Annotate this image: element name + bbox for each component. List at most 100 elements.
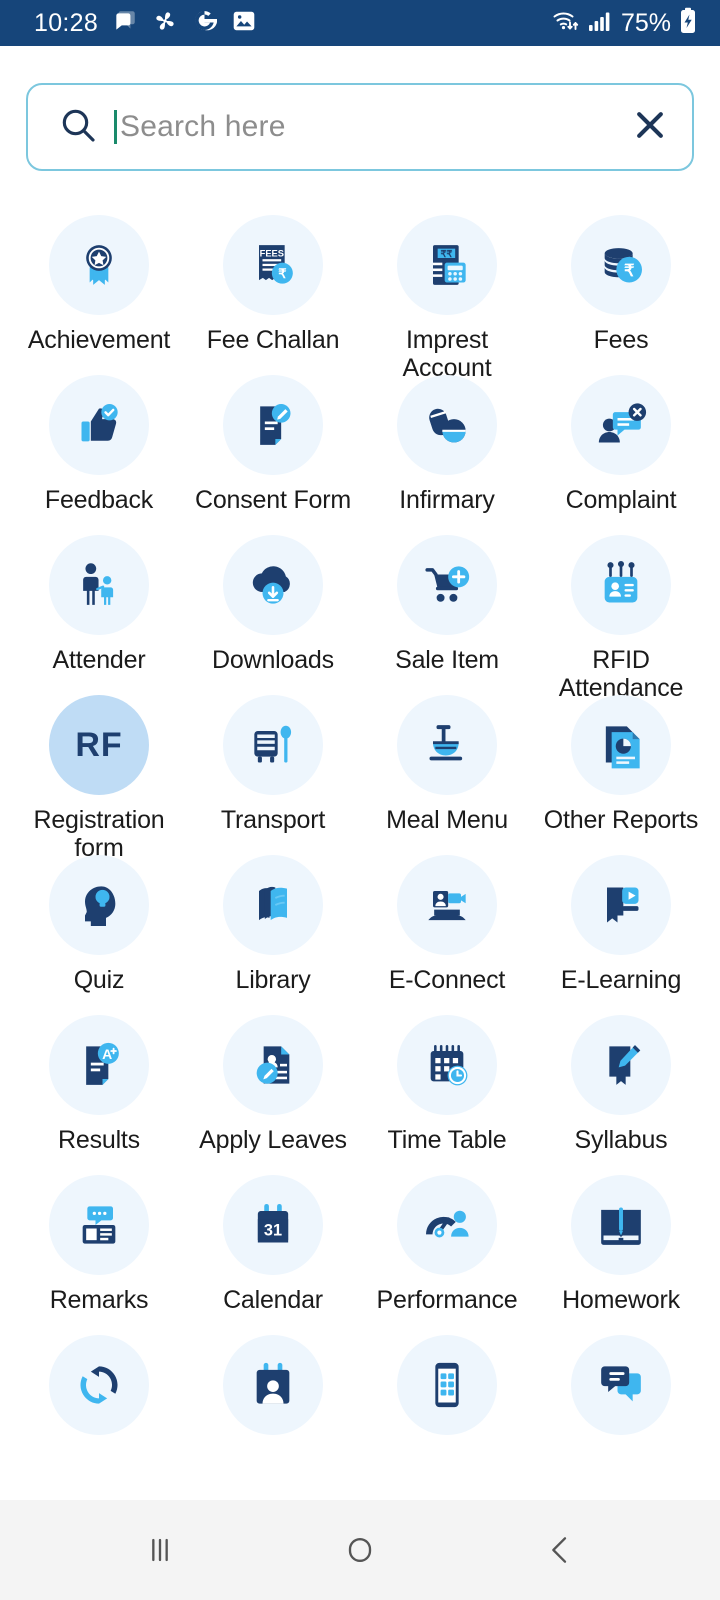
grid-item-e-learning[interactable]: E-Learning bbox=[534, 841, 708, 1001]
meal-menu-icon bbox=[397, 695, 497, 795]
grid-item-label: Achievement bbox=[27, 326, 171, 354]
grid-item-sale-item[interactable]: Sale Item bbox=[360, 521, 534, 681]
messages-chat-icon bbox=[571, 1335, 671, 1435]
svg-text:FEES: FEES bbox=[260, 248, 284, 258]
grid-item-rfid-attendance[interactable]: RFID Attendance bbox=[534, 521, 708, 702]
apply-leaves-icon bbox=[223, 1015, 323, 1115]
grid-item-mobile-app[interactable] bbox=[360, 1321, 534, 1481]
grid-item-apply-leaves[interactable]: Apply Leaves bbox=[186, 1001, 360, 1161]
e-connect-video-icon bbox=[397, 855, 497, 955]
grid-item-label: Other Reports bbox=[543, 806, 699, 834]
grid-item-feedback[interactable]: Feedback bbox=[12, 361, 186, 521]
grid-item-other-reports[interactable]: Other Reports bbox=[534, 681, 708, 841]
grid-item-label: Fee Challan bbox=[206, 326, 340, 354]
text-cursor bbox=[114, 110, 117, 144]
grid-item-messages[interactable] bbox=[534, 1321, 708, 1481]
performance-gauge-icon bbox=[397, 1175, 497, 1275]
fee-challan-receipt-icon: FEES ₹ bbox=[223, 215, 323, 315]
grid-item-meal-menu[interactable]: Meal Menu bbox=[360, 681, 534, 841]
grid-item-quiz[interactable]: Quiz bbox=[12, 841, 186, 1001]
grid-item-label: Results bbox=[58, 1126, 140, 1154]
search-input[interactable]: Search here bbox=[120, 110, 620, 144]
grid-item-sync[interactable] bbox=[12, 1321, 186, 1481]
grid-item-complaint[interactable]: Complaint bbox=[534, 361, 708, 521]
transport-bus-icon bbox=[223, 695, 323, 795]
grid-item-imprest-account[interactable]: ₹₹ Imprest Account bbox=[360, 201, 534, 382]
homework-book-pencil-icon bbox=[571, 1175, 671, 1275]
cloud-download-icon bbox=[223, 535, 323, 635]
time-table-calendar-icon bbox=[397, 1015, 497, 1115]
grid-item-label: Time Table bbox=[387, 1126, 507, 1154]
svg-text:₹: ₹ bbox=[278, 266, 287, 281]
recents-icon[interactable] bbox=[100, 1500, 220, 1600]
grid-item-label: Meal Menu bbox=[386, 806, 508, 834]
wifi-icon bbox=[551, 8, 581, 39]
quiz-head-bulb-icon bbox=[49, 855, 149, 955]
grid-item-achievement[interactable]: Achievement bbox=[12, 201, 186, 361]
grid-item-e-connect[interactable]: E-Connect bbox=[360, 841, 534, 1001]
back-icon[interactable] bbox=[500, 1500, 620, 1600]
results-grade-icon: A bbox=[49, 1015, 149, 1115]
attender-parent-child-icon bbox=[49, 535, 149, 635]
search-section: Search here bbox=[0, 46, 720, 171]
grid-item-homework[interactable]: Homework bbox=[534, 1161, 708, 1321]
achievement-medal-icon bbox=[49, 215, 149, 315]
remarks-comment-icon bbox=[49, 1175, 149, 1275]
grid-item-label: Calendar bbox=[223, 1286, 323, 1314]
svg-text:31: 31 bbox=[264, 1222, 282, 1240]
grid-item-label: Consent Form bbox=[195, 486, 351, 514]
battery-percent-label: 75% bbox=[620, 8, 671, 37]
grid-item-attendance[interactable] bbox=[186, 1321, 360, 1481]
app-icon-grid: Achievement FEES ₹ Fee Challan ₹ ₹ Impres… bbox=[0, 171, 720, 1481]
grid-item-fee-challan[interactable]: FEES ₹ Fee Challan bbox=[186, 201, 360, 361]
grid-item-attender[interactable]: Attender bbox=[12, 521, 186, 681]
grid-item-calendar[interactable]: 31 Calendar bbox=[186, 1161, 360, 1321]
grid-item-library[interactable]: Library bbox=[186, 841, 360, 1001]
grid-item-label: Infirmary bbox=[399, 486, 495, 514]
grid-item-consent-form[interactable]: Consent Form bbox=[186, 361, 360, 521]
infirmary-pills-icon bbox=[397, 375, 497, 475]
grid-item-time-table[interactable]: Time Table bbox=[360, 1001, 534, 1161]
rfid-card-icon bbox=[571, 535, 671, 635]
grid-item-label: Transport bbox=[220, 806, 326, 834]
photo-icon bbox=[231, 8, 257, 39]
fees-coins-icon: ₹ bbox=[571, 215, 671, 315]
search-icon bbox=[58, 105, 98, 150]
grid-item-syllabus[interactable]: Syllabus bbox=[534, 1001, 708, 1161]
grid-item-infirmary[interactable]: Infirmary bbox=[360, 361, 534, 521]
grid-item-transport[interactable]: Transport bbox=[186, 681, 360, 841]
android-navigation-bar bbox=[0, 1500, 720, 1600]
grid-item-remarks[interactable]: Remarks bbox=[12, 1161, 186, 1321]
chat-bubble-icon bbox=[112, 8, 138, 39]
grid-item-results[interactable]: A Results bbox=[12, 1001, 186, 1161]
home-icon[interactable] bbox=[300, 1500, 420, 1600]
thumbs-up-check-icon bbox=[49, 375, 149, 475]
signal-bars-icon bbox=[588, 10, 612, 37]
e-learning-play-icon bbox=[571, 855, 671, 955]
library-books-icon bbox=[223, 855, 323, 955]
google-g-icon bbox=[192, 8, 218, 38]
calendar-31-icon: 31 bbox=[223, 1175, 323, 1275]
grid-item-label: Downloads bbox=[212, 646, 334, 674]
grid-item-label: Library bbox=[235, 966, 311, 994]
close-icon[interactable] bbox=[630, 105, 670, 150]
status-bar: 10:28 75% bbox=[0, 0, 720, 46]
grid-item-label: Syllabus bbox=[574, 1126, 668, 1154]
status-bar-clock: 10:28 bbox=[34, 8, 99, 37]
grid-item-performance[interactable]: Performance bbox=[360, 1161, 534, 1321]
grid-item-label: Quiz bbox=[73, 966, 125, 994]
other-reports-chart-icon bbox=[571, 695, 671, 795]
grid-item-downloads[interactable]: Downloads bbox=[186, 521, 360, 681]
attendance-calendar-icon bbox=[223, 1335, 323, 1435]
search-bar[interactable]: Search here bbox=[26, 83, 694, 171]
rf-text-icon: RF bbox=[49, 695, 149, 795]
consent-form-edit-icon bbox=[223, 375, 323, 475]
grid-item-label: Remarks bbox=[49, 1286, 149, 1314]
grid-item-registration-form[interactable]: RF Registration form bbox=[12, 681, 186, 862]
grid-item-fees[interactable]: ₹ Fees bbox=[534, 201, 708, 361]
grid-item-label: Attender bbox=[52, 646, 146, 674]
grid-item-label: E-Connect bbox=[388, 966, 506, 994]
grid-item-label: Sale Item bbox=[395, 646, 499, 674]
status-bar-right: 75% bbox=[551, 7, 698, 40]
svg-text:₹: ₹ bbox=[624, 262, 634, 280]
